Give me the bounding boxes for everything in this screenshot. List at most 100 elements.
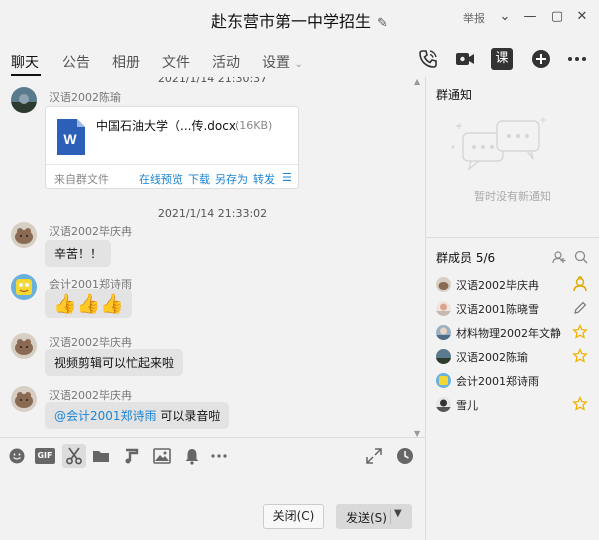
member-name: 材料物理2002年文静 — [456, 327, 561, 340]
admin-star-icon — [572, 348, 588, 363]
file-card-footer: 来自群文件 在线预览 下载 另存为 转发 ☰ — [46, 164, 298, 189]
preview-link[interactable]: 在线预览 — [139, 171, 183, 187]
file-source: 来自群文件 — [54, 173, 109, 186]
tab-announcements[interactable]: 公告 — [62, 52, 90, 72]
member-name: 汉语2002毕庆冉 — [456, 279, 539, 292]
admin-star-icon — [572, 396, 588, 411]
group-notice-title[interactable]: 群通知 — [436, 86, 472, 103]
gif-icon[interactable]: GIF — [35, 448, 55, 464]
add-member-icon[interactable] — [552, 250, 566, 264]
member-name: 汉语2002陈瑜 — [456, 351, 528, 364]
message-bubble[interactable]: 👍👍👍 — [45, 289, 132, 318]
empty-notice-illustration — [451, 117, 546, 171]
maximize-button[interactable]: ▢ — [549, 8, 565, 26]
avatar[interactable] — [11, 386, 37, 412]
save-as-link[interactable]: 另存为 — [215, 171, 248, 187]
chevron-down-icon: ⌄ — [294, 59, 303, 70]
send-separator — [390, 509, 391, 524]
member-item[interactable]: 汉语2001陈晓雪 — [436, 299, 596, 319]
add-app-icon[interactable] — [530, 48, 552, 70]
file-name: 中国石油大学（...传.docx — [96, 119, 236, 133]
video-call-icon[interactable] — [454, 48, 476, 70]
folder-icon[interactable] — [91, 446, 111, 466]
more-icon[interactable] — [566, 48, 588, 70]
avatar — [436, 397, 451, 412]
music-icon[interactable] — [121, 446, 141, 466]
title-bar: 赴东营市第一中学招生 ✎ 举报 ⌄ — ▢ ✕ — [0, 0, 599, 36]
tab-settings-label: 设置 — [262, 55, 290, 71]
file-size: (16KB) — [235, 119, 273, 132]
avatar[interactable] — [11, 274, 37, 300]
avatar[interactable] — [11, 333, 37, 359]
send-options-chevron-icon[interactable]: ▼ — [394, 508, 402, 519]
more-tools-icon[interactable] — [209, 446, 229, 466]
phone-icon[interactable] — [417, 48, 439, 70]
expand-icon[interactable] — [364, 446, 384, 466]
avatar — [436, 325, 451, 340]
tab-files[interactable]: 文件 — [162, 52, 190, 72]
active-tab-indicator — [11, 74, 41, 76]
download-link[interactable]: 下载 — [188, 171, 210, 187]
empty-notice-text: 暂时没有新通知 — [474, 190, 551, 203]
member-item[interactable]: 会计2001郑诗雨 — [436, 371, 596, 391]
image-icon[interactable] — [152, 446, 172, 466]
group-name: 赴东营市第一中学招生 — [211, 12, 372, 31]
send-label: 发送(S) — [346, 511, 387, 525]
bell-icon[interactable] — [182, 446, 202, 466]
emoji-icon[interactable] — [7, 446, 27, 466]
avatar — [436, 349, 451, 364]
message-timestamp: 2021/1/14 21:33:02 — [157, 207, 268, 220]
member-item[interactable]: 材料物理2002年文静 — [436, 323, 596, 343]
edit-name-icon[interactable]: ✎ — [377, 16, 388, 31]
message-timestamp: 2021/1/14 21:30:37 — [157, 77, 268, 85]
tab-settings[interactable]: 设置 ⌄ — [262, 52, 303, 72]
avatar[interactable] — [11, 87, 37, 113]
avatar[interactable] — [11, 222, 37, 248]
forward-link[interactable]: 转发 — [253, 171, 275, 187]
owner-icon — [573, 276, 587, 292]
panel-divider — [425, 77, 426, 540]
message-bubble[interactable]: 视频剪辑可以忙起来啦 — [45, 349, 184, 376]
member-item[interactable]: 雪儿 — [436, 395, 596, 415]
mention-link[interactable]: @会计2001郑诗雨 — [54, 409, 157, 423]
member-name: 会计2001郑诗雨 — [456, 375, 539, 388]
minimize-button[interactable]: — — [522, 8, 538, 26]
sender-name[interactable]: 汉语2002毕庆冉 — [49, 387, 132, 403]
chat-messages[interactable]: ▲ 2021/1/14 21:30:37 汉语2002陈瑜 W 中国石油大学（.… — [0, 77, 425, 437]
members-title: 群成员 5/6 — [436, 251, 496, 265]
dropdown-icon[interactable]: ⌄ — [497, 8, 513, 26]
right-panel-divider — [426, 237, 599, 238]
tab-activities[interactable]: 活动 — [212, 52, 240, 72]
file-message-card[interactable]: W 中国石油大学（...传.docx (16KB) 来自群文件 在线预览 下载 … — [45, 106, 299, 189]
close-button[interactable]: 关闭(C) — [263, 504, 324, 529]
sender-name[interactable]: 汉语2002毕庆冉 — [49, 223, 132, 239]
send-button[interactable]: 发送(S) ▼ — [336, 504, 412, 529]
sender-name[interactable]: 汉语2002陈瑜 — [49, 89, 121, 105]
search-icon[interactable] — [574, 250, 588, 264]
message-bubble[interactable]: 辛苦！！ — [45, 240, 112, 267]
admin-star-icon — [572, 324, 588, 339]
sender-name[interactable]: 汉语2002毕庆冉 — [49, 334, 132, 350]
history-icon[interactable] — [395, 446, 415, 466]
close-window-button[interactable]: ✕ — [574, 8, 590, 26]
message-bubble[interactable]: @会计2001郑诗雨 可以录音啦 — [45, 402, 230, 429]
scroll-down-arrow[interactable]: ▼ — [414, 429, 420, 437]
word-document-icon: W — [57, 119, 85, 155]
tab-chat[interactable]: 聊天 — [11, 52, 39, 72]
member-item[interactable]: 汉语2002毕庆冉 — [436, 275, 596, 295]
report-button[interactable]: 举报 — [463, 10, 485, 26]
message-text: 可以录音啦 — [156, 409, 221, 423]
edit-icon — [574, 301, 587, 314]
scissors-icon[interactable] — [64, 446, 84, 466]
file-menu-icon[interactable]: ☰ — [282, 171, 292, 184]
tab-album[interactable]: 相册 — [112, 52, 140, 72]
avatar — [436, 301, 451, 316]
member-item[interactable]: 汉语2002陈瑜 — [436, 347, 596, 367]
composer-divider — [0, 437, 425, 438]
svg-text:W: W — [63, 131, 77, 147]
course-icon[interactable]: 课 — [491, 48, 513, 70]
member-name: 雪儿 — [456, 399, 478, 412]
avatar — [436, 373, 451, 388]
avatar — [436, 277, 451, 292]
member-name: 汉语2001陈晓雪 — [456, 303, 539, 316]
